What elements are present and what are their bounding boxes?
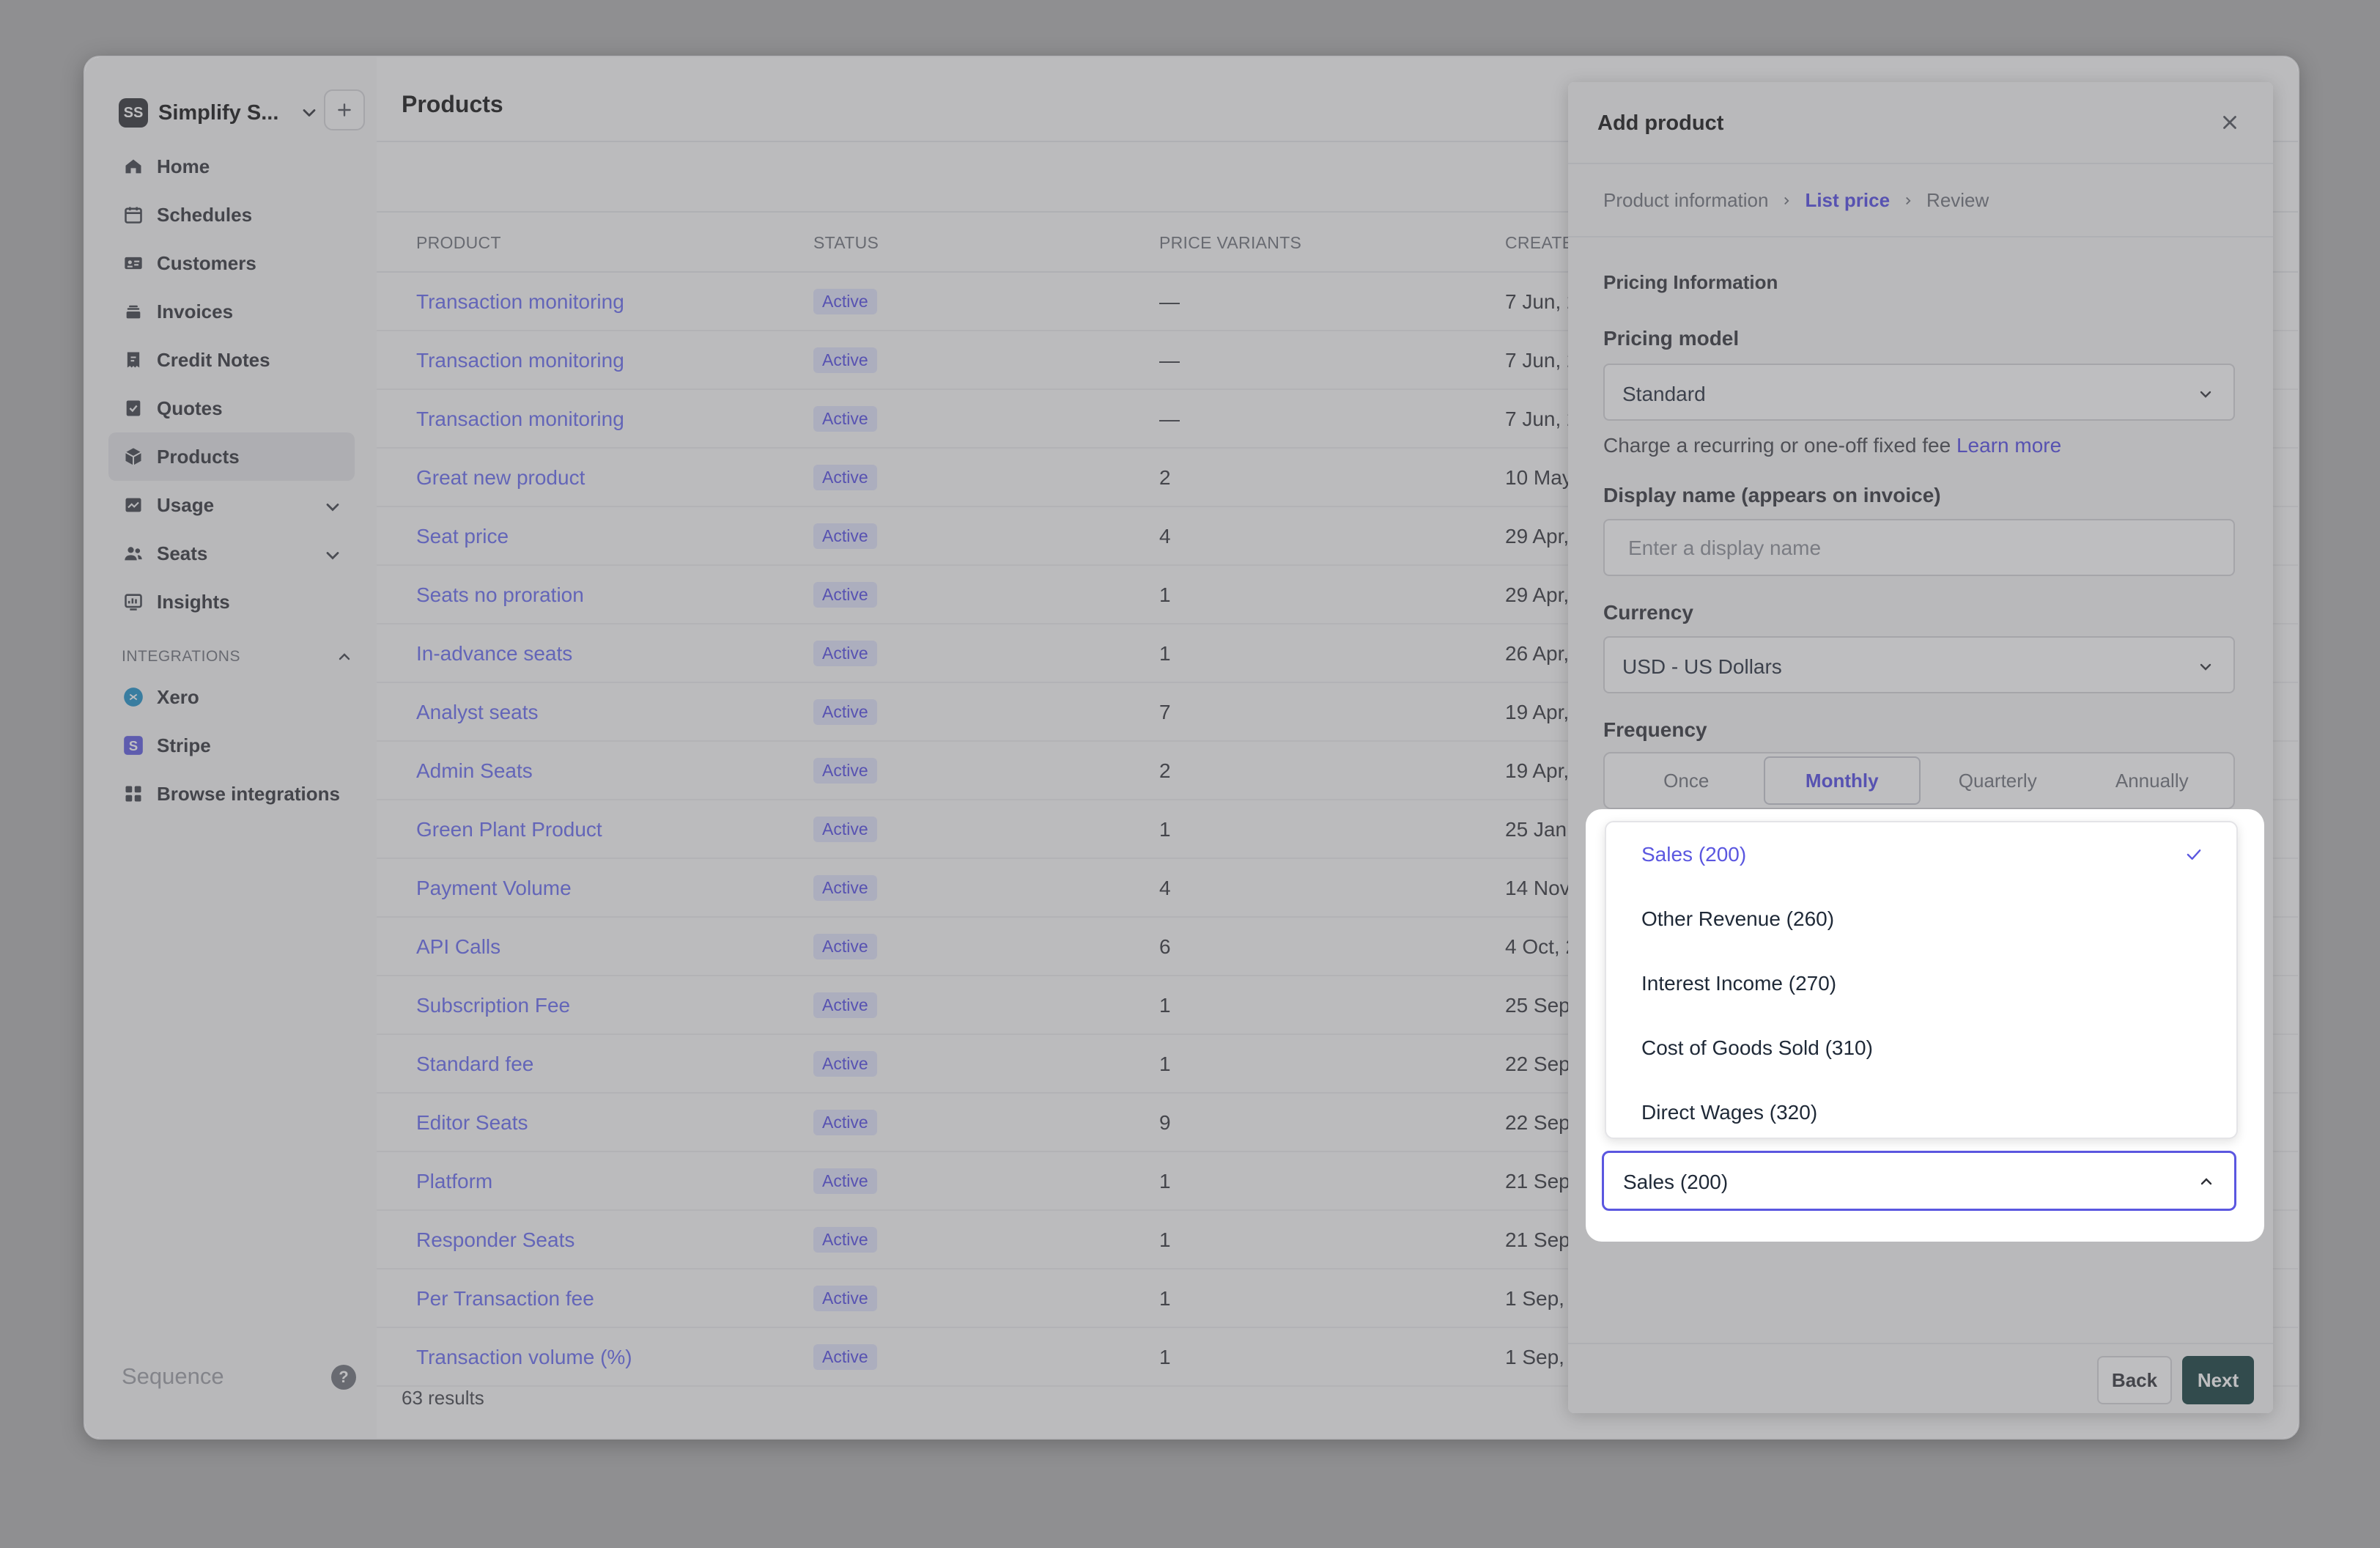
breadcrumb-product-information[interactable]: Product information: [1603, 189, 1768, 212]
account-select-highlight: Sales (200) Other Revenue (260) Interest…: [1586, 809, 2264, 1242]
breadcrumb-list-price[interactable]: List price: [1805, 189, 1890, 212]
divider: [1568, 236, 2273, 237]
breadcrumb-review[interactable]: Review: [1926, 189, 1989, 212]
chevron-down-icon: [2200, 663, 2211, 671]
option-label: Direct Wages (320): [1641, 1101, 1818, 1124]
option-label: Cost of Goods Sold (310): [1641, 1036, 1873, 1059]
account-select-value: Sales (200): [1623, 1171, 1729, 1193]
breadcrumb: Product information List price Review: [1603, 189, 1989, 212]
pricing-model-value: Standard: [1622, 383, 1706, 405]
currency-label: Currency: [1603, 601, 1693, 624]
currency-value: USD - US Dollars: [1622, 655, 1782, 678]
dropdown-option[interactable]: Other Revenue (260): [1606, 887, 2236, 951]
hint-text: Charge a recurring or one-off fixed fee: [1603, 434, 1951, 457]
option-label: Other Revenue (260): [1641, 907, 1835, 930]
divider: [1568, 163, 2273, 164]
next-button[interactable]: Next: [2182, 1356, 2254, 1404]
pricing-model-hint: Charge a recurring or one-off fixed fee …: [1603, 434, 2061, 457]
chevron-down-icon: [2200, 391, 2211, 398]
close-icon[interactable]: [2219, 111, 2241, 133]
learn-more-link[interactable]: Learn more: [1956, 434, 2061, 457]
chevron-right-icon: [1906, 196, 1911, 204]
display-name-input[interactable]: [1606, 522, 2245, 575]
divider: [1568, 1343, 2273, 1344]
account-dropdown-menu: Sales (200) Other Revenue (260) Interest…: [1605, 821, 2238, 1139]
chevron-right-icon: [1784, 196, 1789, 204]
back-button[interactable]: Back: [2097, 1356, 2172, 1404]
frequency-label: Frequency: [1603, 718, 1707, 741]
option-label: Interest Income (270): [1641, 972, 1837, 995]
frequency-option-annually[interactable]: Annually: [2075, 758, 2230, 803]
dropdown-option[interactable]: Sales (200): [1606, 822, 2236, 887]
checkmark-icon: [2187, 849, 2201, 860]
dropdown-option[interactable]: Interest Income (270): [1606, 951, 2236, 1016]
option-label: Sales (200): [1641, 843, 1747, 866]
section-title: Pricing Information: [1603, 271, 1778, 293]
frequency-option-once[interactable]: Once: [1609, 758, 1764, 803]
pricing-model-label: Pricing model: [1603, 327, 1740, 350]
drawer-title: Add product: [1597, 111, 1724, 135]
chevron-up-icon: [2200, 1178, 2212, 1185]
display-name-label: Display name (appears on invoice): [1603, 484, 1941, 506]
dropdown-option[interactable]: Cost of Goods Sold (310): [1606, 1016, 2236, 1080]
currency-select[interactable]: USD - US Dollars: [1603, 636, 2235, 693]
pricing-model-select[interactable]: Standard: [1603, 364, 2235, 421]
frequency-option-monthly[interactable]: Monthly: [1763, 756, 1921, 805]
dropdown-option[interactable]: Direct Wages (320): [1606, 1080, 2236, 1138]
display-name-field: [1603, 519, 2245, 576]
frequency-segmented-control: Once Monthly Quarterly Annually: [1603, 752, 2235, 809]
account-select[interactable]: Sales (200): [1602, 1151, 2236, 1211]
frequency-option-quarterly[interactable]: Quarterly: [1921, 758, 2075, 803]
